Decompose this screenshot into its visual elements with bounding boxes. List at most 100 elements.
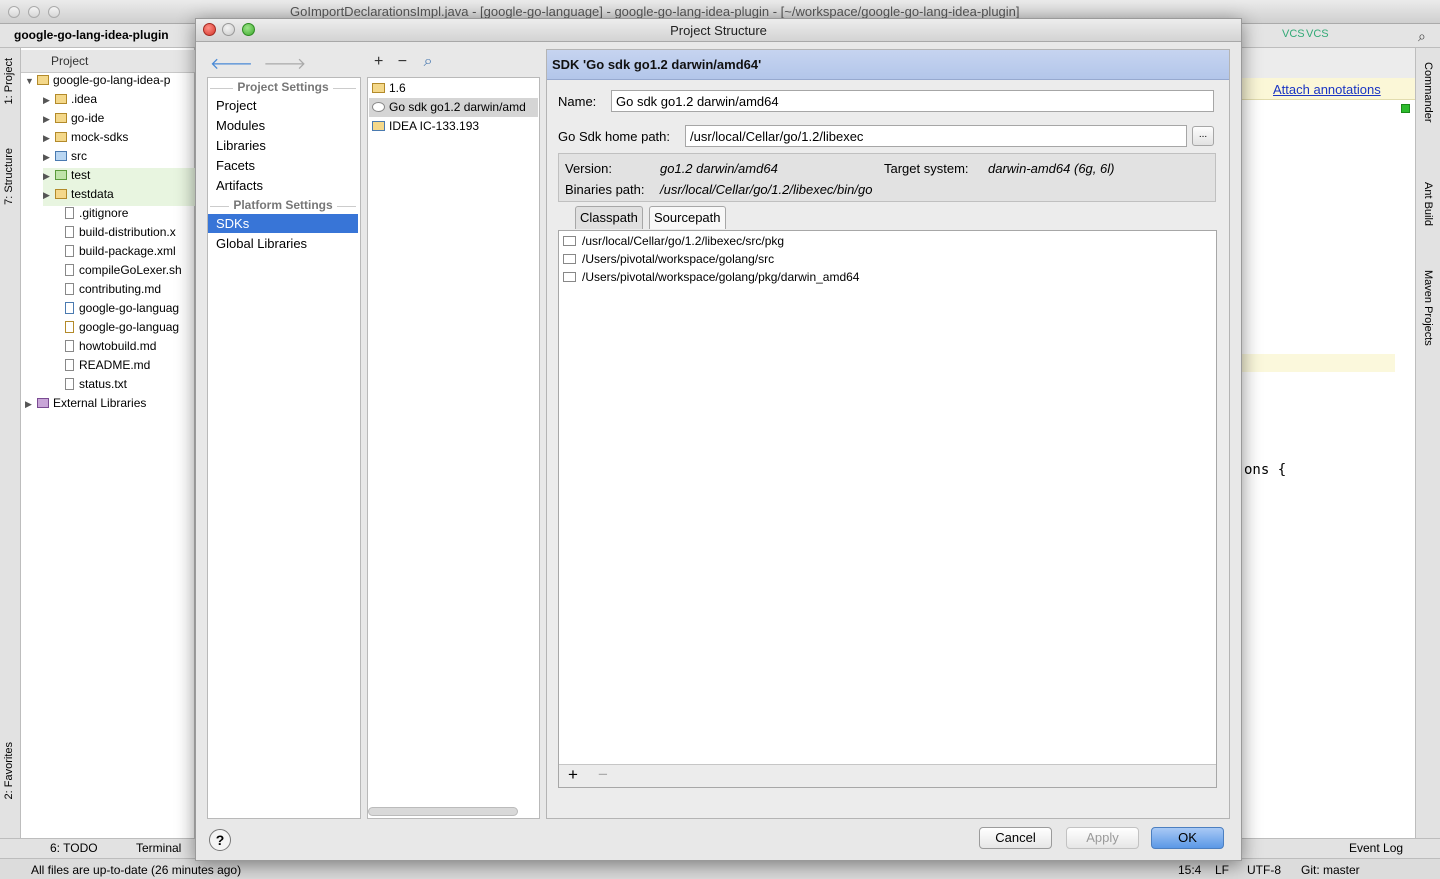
tree-item[interactable]: ▶ .idea [43,92,97,111]
tree-item[interactable]: howtobuild.md [65,339,156,358]
nav-history-tools: 🡐 🡒 [210,53,306,74]
file-icon [65,359,74,371]
sdk-detail-title: SDK 'Go sdk go1.2 darwin/amd64' [552,57,762,72]
vcs-branch[interactable]: Git: master [1301,863,1360,877]
tree-item[interactable]: ▶ External Libraries [25,396,146,415]
add-path-button[interactable]: + [568,765,578,785]
tree-item[interactable]: ▶ mock-sdks [43,130,128,149]
sdk-item[interactable]: Go sdk go1.2 darwin/amd [369,98,538,117]
path-item[interactable]: /Users/pivotal/workspace/golang/pkg/darw… [561,268,859,286]
right-tool-strip: Commander Ant Build Maven Projects [1415,48,1440,856]
tree-item[interactable]: build-distribution.x [65,225,176,244]
ok-button[interactable]: OK [1151,827,1224,849]
version-value: go1.2 darwin/amd64 [660,161,778,176]
tree-item[interactable]: google-go-languag [65,301,179,320]
navigation-breadcrumb[interactable]: google-go-lang-idea-plugin [14,28,169,42]
version-label: Version: [565,161,612,176]
xml-file-icon [65,245,74,257]
tool-tab-maven-projects[interactable]: Maven Projects [1422,270,1434,346]
tree-item[interactable]: ▶ test [43,168,195,187]
status-message: All files are up-to-date (26 minutes ago… [31,863,242,877]
module-icon [37,75,49,85]
left-tool-strip: 1: Project 7: Structure 2: Favorites [0,48,21,856]
tree-item[interactable]: compileGoLexer.sh [65,263,182,282]
path-item[interactable]: /usr/local/Cellar/go/1.2/libexec/src/pkg [561,232,784,250]
cancel-button[interactable]: Cancel [979,827,1052,849]
tool-tab-event-log[interactable]: Event Log [1349,841,1403,855]
classpath-list: /usr/local/Cellar/go/1.2/libexec/src/pkg… [558,230,1217,788]
attach-annotations-link[interactable]: Attach annotations [1273,82,1381,97]
sdk-home-path-input[interactable] [685,125,1187,147]
code-editor[interactable] [1242,78,1415,838]
forward-arrow-icon[interactable]: 🡒 [263,56,306,73]
sdk-name-input[interactable] [611,90,1214,112]
remove-sdk-button[interactable]: − [398,53,407,70]
nav-item-artifacts[interactable]: Artifacts [208,176,358,195]
file-icon [65,264,74,276]
project-structure-dialog: Project Structure 🡐 🡒 Project Settings P… [195,18,1242,861]
tree-item[interactable]: ▶ testdata [43,187,195,206]
status-bar: All files are up-to-date (26 minutes ago… [0,858,1440,879]
project-tool-window: Project ▼ google-go-lang-idea-p ▶ .idea ▶ g… [21,48,195,838]
browse-home-path-button[interactable]: ... [1192,126,1214,146]
analysis-ok-icon [1401,104,1410,113]
tab-classpath[interactable]: Classpath [575,206,643,229]
tool-tab-terminal[interactable]: Terminal [136,841,181,855]
folder-icon [563,272,576,282]
nav-item-modules[interactable]: Modules [208,116,358,135]
close-window-button[interactable] [8,6,20,18]
tool-tab-favorites[interactable]: 2: Favorites [3,742,15,799]
sdk-item[interactable]: 1.6 [369,79,538,98]
back-arrow-icon[interactable]: 🡐 [210,56,253,73]
caret-position[interactable]: 15:4 [1178,863,1201,877]
sdk-list-tools: + − ⌕ [374,53,433,71]
nav-item-project[interactable]: Project [208,96,358,115]
ide-window-title: GoImportDeclarationsImpl.java - [google-… [290,4,1020,19]
find-icon[interactable]: ⌕ [424,53,433,70]
tool-tab-commander[interactable]: Commander [1422,62,1434,123]
nav-item-sdks[interactable]: SDKs [208,214,358,233]
tree-item[interactable]: status.txt [65,377,127,396]
nav-item-global-libraries[interactable]: Global Libraries [208,234,358,253]
nav-item-libraries[interactable]: Libraries [208,136,358,155]
apply-button[interactable]: Apply [1066,827,1139,849]
tree-item[interactable]: .gitignore [65,206,128,225]
project-view-selector[interactable]: Project [51,54,88,68]
tree-item[interactable]: ▼ google-go-lang-idea-p [25,73,170,92]
folder-icon [563,254,576,264]
sdk-list: 1.6 Go sdk go1.2 darwin/amd IDEA IC-133.… [367,77,540,819]
help-button[interactable]: ? [209,829,231,851]
sdk-list-horizontal-scrollbar[interactable] [368,807,518,816]
remove-path-button[interactable]: − [598,765,608,785]
line-separator[interactable]: LF [1215,863,1229,877]
tab-sourcepath[interactable]: Sourcepath [649,206,726,229]
tree-item[interactable]: README.md [65,358,150,377]
tree-item[interactable]: ▶ go-ide [43,111,104,130]
tool-tab-structure[interactable]: 7: Structure [3,148,15,205]
add-sdk-button[interactable]: + [374,53,383,70]
sdk-item[interactable]: IDEA IC-133.193 [369,117,538,136]
tree-item[interactable]: build-package.xml [65,244,176,263]
tool-tab-todo[interactable]: 6: TODO [50,841,98,855]
folder-icon [55,113,67,123]
tool-tab-ant-build[interactable]: Ant Build [1422,182,1434,226]
vcs-update-icon[interactable]: VCS [1282,28,1305,40]
iml-file-icon [65,302,74,314]
file-encoding[interactable]: UTF-8 [1247,863,1281,877]
tree-item[interactable]: google-go-languag [65,320,179,339]
vcs-commit-icon[interactable]: VCS [1306,28,1329,40]
xml-file-icon [65,226,74,238]
library-icon [37,398,49,408]
tool-tab-project[interactable]: 1: Project [3,58,15,104]
settings-nav-list: Project Settings Project Modules Librari… [207,77,361,819]
tree-item[interactable]: ▶ src [43,149,87,168]
tree-item[interactable]: contributing.md [65,282,161,301]
minimize-window-button[interactable] [28,6,40,18]
zoom-window-button[interactable] [48,6,60,18]
path-item[interactable]: /Users/pivotal/workspace/golang/src [561,250,774,268]
search-icon[interactable]: ⌕ [1418,28,1426,45]
nav-item-facets[interactable]: Facets [208,156,358,175]
idea-sdk-icon [372,121,385,131]
file-icon [65,378,74,390]
jdk-folder-icon [372,83,385,93]
